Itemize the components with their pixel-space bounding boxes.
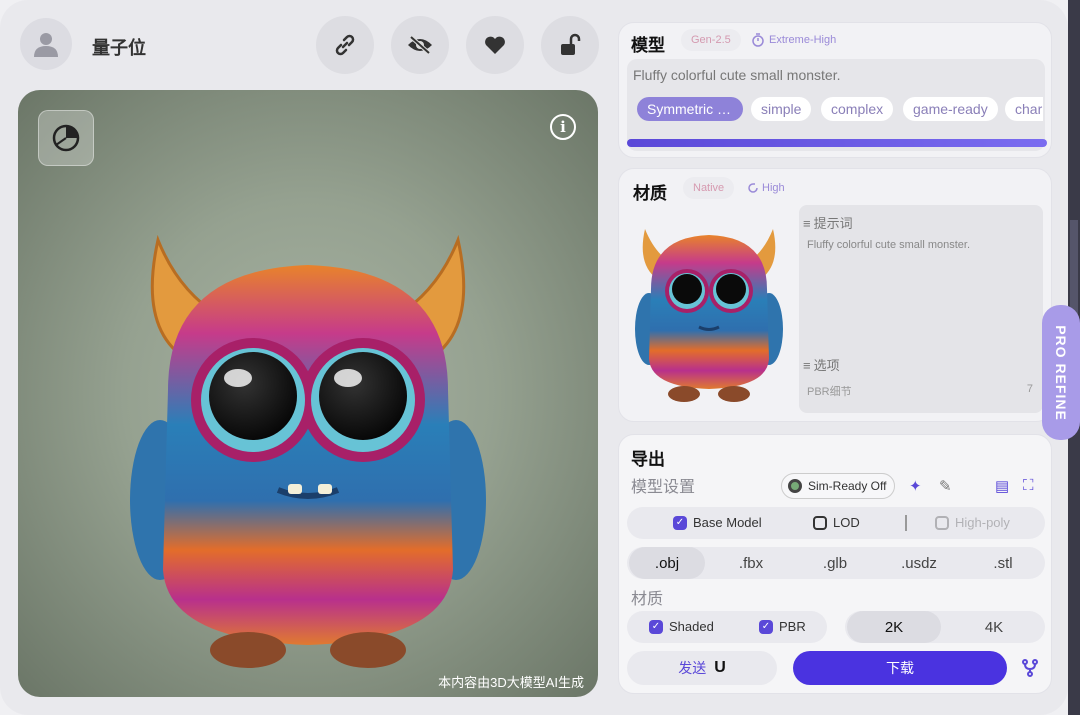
visibility-button[interactable]: [391, 16, 449, 74]
material-panel: 材质 Native High ≡ 提示词 Fluffy colorful cute…: [618, 168, 1052, 422]
chip-game-ready[interactable]: game-ready: [903, 97, 998, 121]
model-options-row: ✓ Base Model LOD High-poly: [627, 507, 1045, 539]
material-settings-area: ≡ 提示词 Fluffy colorful cute small monster.…: [799, 205, 1043, 413]
resolution-2k[interactable]: 2K: [847, 611, 941, 643]
pbr-label: PBR: [779, 619, 806, 634]
info-icon[interactable]: i: [550, 114, 576, 140]
render-mode-icon: [52, 124, 80, 152]
shaded-check-icon: ✓: [649, 619, 663, 634]
pencil-icon[interactable]: ✎: [939, 477, 952, 495]
refresh-icon: [748, 183, 758, 193]
list-icon: ≡: [803, 216, 811, 231]
gen-version-badge[interactable]: Gen-2.5: [681, 29, 741, 51]
resolution-4k[interactable]: 4K: [947, 611, 1041, 643]
chip-simple[interactable]: simple: [751, 97, 812, 121]
unlock-icon: [561, 33, 581, 55]
lod-checkbox[interactable]: LOD: [813, 515, 860, 530]
pbr-detail-value: 7: [1026, 383, 1033, 395]
send-button[interactable]: 发送 U: [627, 651, 777, 685]
export-panel: 导出 模型设置 Sim-Ready Off ✦ ✎ ▤ ⛶ ✓ Base Mode…: [618, 434, 1052, 694]
chip-char[interactable]: char: [1005, 97, 1043, 121]
pbr-checkbox[interactable]: ✓ PBR: [759, 619, 806, 634]
model-settings-label: 模型设置: [631, 479, 696, 496]
model-prompt-box[interactable]: Fluffy colorful cute small monster. Symm…: [627, 59, 1045, 151]
quality-badge[interactable]: Extreme-High: [747, 29, 846, 51]
format-obj[interactable]: .obj: [629, 547, 705, 579]
user-icon: [34, 33, 58, 57]
checkbox-empty-icon: [813, 515, 827, 530]
prompt-label-text: 提示词: [813, 216, 853, 231]
base-model-label: Base Model: [693, 515, 762, 530]
shaded-label: Shaded: [669, 619, 714, 634]
save-icon[interactable]: ▤: [995, 477, 1009, 495]
fork-icon: [1022, 659, 1038, 677]
quality-badge-label: Extreme-High: [769, 34, 837, 46]
pbr-detail-label: PBR细节: [807, 386, 852, 398]
material-prompt-text[interactable]: Fluffy colorful cute small monster.: [807, 239, 970, 251]
material-thumbnail[interactable]: [629, 209, 789, 409]
checkmark-icon: ✓: [673, 515, 687, 530]
model-panel-title: 模型: [631, 36, 665, 55]
stopwatch-icon: [752, 33, 764, 47]
format-stl[interactable]: .stl: [965, 547, 1041, 579]
high-poly-label: High-poly: [955, 515, 1010, 530]
pbr-detail-slider[interactable]: PBR细节 7: [807, 383, 1033, 399]
link-button[interactable]: [316, 16, 374, 74]
download-label: 下载: [886, 660, 914, 676]
pro-refine-label: PRO REFINE: [1053, 324, 1070, 421]
chip-symmetric[interactable]: Symmetric …: [637, 97, 743, 121]
frame-icon[interactable]: ⛶: [1023, 477, 1034, 494]
eye-off-icon: [408, 35, 432, 55]
avatar[interactable]: [20, 18, 72, 70]
send-label: 发送: [678, 660, 707, 676]
fork-button[interactable]: [1017, 655, 1043, 681]
model-prompt-text[interactable]: Fluffy colorful cute small monster.: [633, 67, 840, 83]
model-preview[interactable]: i 本内容由3D大模型AI生成: [18, 90, 598, 697]
pro-refine-button[interactable]: PRO REFINE: [1042, 305, 1080, 440]
model-panel: 模型 Gen-2.5 Extreme-High Fluffy colorful …: [618, 22, 1052, 158]
shaded-checkbox[interactable]: ✓ Shaded: [649, 619, 714, 634]
sparkle-icon[interactable]: ✦: [909, 477, 922, 495]
prompt-label: ≡ 提示词: [803, 213, 853, 232]
material-quality-label: High: [762, 182, 785, 194]
format-selector: .obj .fbx .glb .usdz .stl: [627, 547, 1045, 579]
sim-ready-toggle[interactable]: Sim-Ready Off: [781, 473, 896, 499]
resolution-selector: 2K 4K: [845, 611, 1045, 643]
native-badge[interactable]: Native: [683, 177, 735, 199]
download-button[interactable]: 下载: [793, 651, 1007, 685]
material-label: 材质: [631, 591, 664, 608]
link-icon: [335, 34, 355, 56]
base-model-checkbox[interactable]: ✓ Base Model: [673, 515, 762, 530]
high-poly-checkbox[interactable]: High-poly: [935, 515, 1010, 530]
sim-ready-dot: [788, 479, 802, 493]
divider: [905, 515, 907, 531]
options-label-text: 选项: [813, 358, 840, 373]
heart-icon: [485, 36, 505, 54]
material-options-row: ✓ Shaded ✓ PBR: [627, 611, 827, 643]
pbr-check-icon: ✓: [759, 619, 773, 634]
format-glb[interactable]: .glb: [797, 547, 873, 579]
username: 量子位: [92, 38, 146, 58]
favorite-button[interactable]: [466, 16, 524, 74]
material-panel-title: 材质: [633, 184, 667, 203]
render-mode-button[interactable]: [38, 110, 94, 166]
format-usdz[interactable]: .usdz: [881, 547, 957, 579]
progress-fill: [627, 139, 1047, 147]
monster-model: [130, 234, 486, 668]
options-label: ≡ 选项: [803, 355, 840, 374]
generation-progress-bar: [627, 139, 1047, 147]
ai-generated-caption: 本内容由3D大模型AI生成: [438, 675, 584, 690]
chip-complex[interactable]: complex: [821, 97, 894, 121]
lock-button[interactable]: [541, 16, 599, 74]
sim-ready-label: Sim-Ready Off: [808, 479, 887, 493]
material-quality-badge[interactable]: High: [743, 177, 795, 199]
high-poly-box-icon: [935, 515, 949, 530]
options-icon: ≡: [803, 358, 811, 373]
format-fbx[interactable]: .fbx: [713, 547, 789, 579]
lod-label: LOD: [833, 515, 860, 530]
unreal-icon: U: [714, 659, 726, 676]
export-panel-title: 导出: [631, 450, 665, 469]
